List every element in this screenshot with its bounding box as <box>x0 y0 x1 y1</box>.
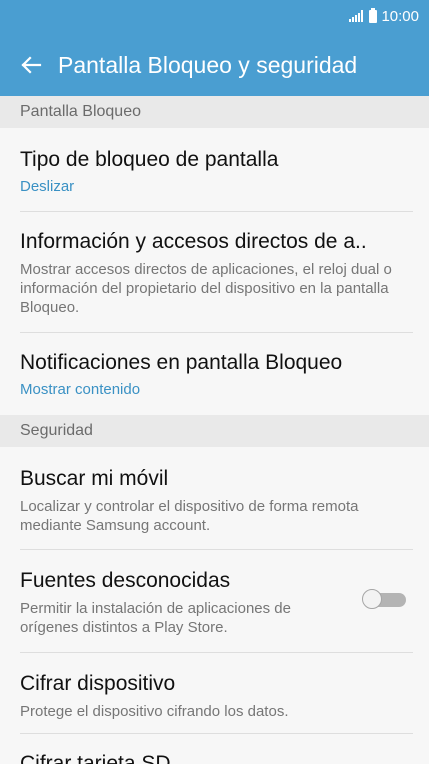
setting-item-encrypt-device[interactable]: Cifrar dispositivo Protege el dispositiv… <box>0 653 429 733</box>
toggle-thumb <box>362 589 382 609</box>
back-button[interactable] <box>16 50 46 80</box>
section-header-label: Pantalla Bloqueo <box>20 103 141 120</box>
setting-title: Cifrar tarjeta SD <box>20 752 171 764</box>
setting-title: Tipo de bloqueo de pantalla <box>20 148 279 171</box>
section-header-label: Seguridad <box>20 422 93 439</box>
setting-item-find-mobile[interactable]: Buscar mi móvil Localizar y controlar el… <box>0 447 429 549</box>
status-bar: 10:00 <box>0 0 429 36</box>
status-time: 10:00 <box>381 7 419 25</box>
setting-item-encrypt-sd[interactable]: Cifrar tarjeta SD <box>0 734 429 764</box>
setting-title: Cifrar dispositivo <box>20 672 176 695</box>
page-title: Pantalla Bloqueo y seguridad <box>58 52 358 78</box>
setting-title: Buscar mi móvil <box>20 467 169 490</box>
setting-description: Protege el dispositivo cifrando los dato… <box>20 703 289 720</box>
app-bar: Pantalla Bloqueo y seguridad <box>0 36 429 96</box>
setting-item-lock-type[interactable]: Tipo de bloqueo de pantalla Deslizar <box>0 128 429 211</box>
setting-value: Deslizar <box>20 178 75 195</box>
setting-item-lock-notifications[interactable]: Notificaciones en pantalla Bloqueo Mostr… <box>0 333 429 415</box>
battery-icon <box>369 7 378 23</box>
setting-value: Mostrar contenido <box>20 381 141 398</box>
section-header-lock-screen: Pantalla Bloqueo <box>0 96 429 128</box>
arrow-left-icon <box>21 56 42 74</box>
setting-item-unknown-sources[interactable]: Fuentes desconocidas Permitir la instala… <box>0 550 429 652</box>
setting-title: Fuentes desconocidas <box>20 569 231 592</box>
setting-title: Notificaciones en pantalla Bloqueo <box>20 351 343 374</box>
setting-item-info-shortcuts[interactable]: Información y accesos directos de a.. Mo… <box>0 212 429 332</box>
setting-description: Permitir la instalación de aplicaciones … <box>20 600 291 636</box>
unknown-sources-toggle[interactable] <box>362 589 407 609</box>
signal-icon <box>349 10 364 22</box>
setting-title: Información y accesos directos de a.. <box>20 230 367 253</box>
setting-description: Localizar y controlar el dispositivo de … <box>20 498 359 534</box>
setting-description: Mostrar accesos directos de aplicaciones… <box>20 261 392 316</box>
status-indicators: 10:00 <box>349 6 419 26</box>
section-header-security: Seguridad <box>0 415 429 447</box>
